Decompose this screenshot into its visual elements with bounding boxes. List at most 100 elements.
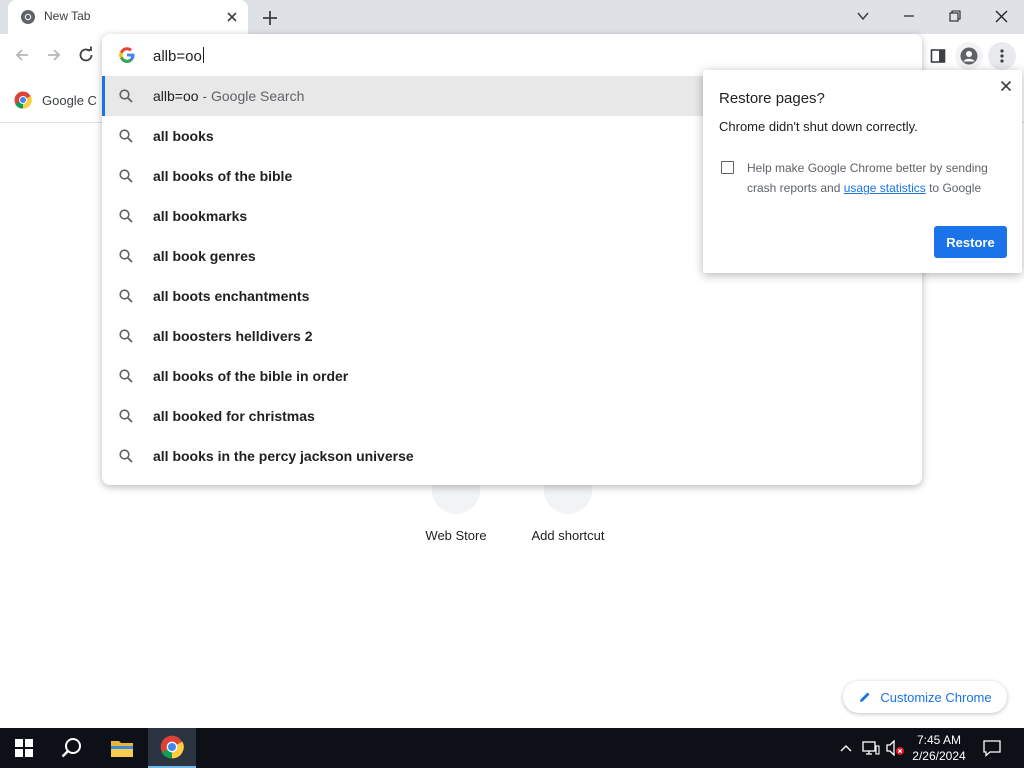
search-icon (119, 409, 133, 423)
minimize-button[interactable] (886, 0, 932, 32)
usage-statistics-link[interactable]: usage statistics (844, 181, 926, 195)
tab-new-tab[interactable]: New Tab (8, 0, 248, 34)
suggestion-query: all booked for christmas (153, 408, 315, 424)
suggestion-text: allb=oo - Google Search (153, 88, 304, 104)
volume-button[interactable] (884, 728, 906, 768)
taskbar-clock[interactable]: 7:45 AM 2/26/2024 (906, 732, 972, 764)
taskbar: 7:45 AM 2/26/2024 (0, 728, 1024, 768)
search-icon (119, 89, 133, 103)
new-tab-icon[interactable] (260, 8, 280, 28)
windows-logo-icon (15, 739, 33, 757)
tab-strip: New Tab (0, 0, 1024, 34)
network-icon (862, 741, 880, 755)
forward-arrow-icon (48, 49, 61, 61)
suggestion-text: all books (153, 128, 214, 144)
suggestion-text: all boosters helldivers 2 (153, 328, 313, 344)
dialog-message: Chrome didn't shut down correctly. (719, 119, 918, 134)
omnibox-input-text: allb=oo (153, 48, 202, 65)
reload-button[interactable] (73, 42, 99, 68)
suggestion-text: all bookmarks (153, 208, 247, 224)
shortcut-label: Add shortcut (531, 528, 605, 543)
google-g-icon (119, 47, 135, 63)
file-explorer-button[interactable] (98, 728, 146, 768)
suggestion-text: all books of the bible in order (153, 368, 348, 384)
close-icon[interactable] (998, 78, 1014, 94)
search-icon (119, 129, 133, 143)
chevron-down-icon (857, 12, 869, 21)
search-icon (119, 209, 133, 223)
suggestion-suffix: - Google Search (198, 88, 305, 104)
restore-window-icon (949, 10, 961, 22)
back-button[interactable] (9, 42, 35, 68)
suggestion-query: all books (153, 128, 214, 144)
back-arrow-icon (15, 49, 28, 61)
chrome-logo-icon (160, 735, 184, 759)
chrome-taskbar-button[interactable] (148, 728, 196, 768)
tab-search-button[interactable] (840, 0, 886, 32)
search-icon (119, 449, 133, 463)
search-icon (61, 738, 81, 758)
bookmark-label: Google C (42, 92, 97, 108)
suggestion-text: all boots enchantments (153, 288, 309, 304)
search-icon (119, 249, 133, 263)
suggestion-text: all booked for christmas (153, 408, 315, 424)
suggestion-item[interactable]: all books in the percy jackson universe (102, 436, 922, 476)
suggestion-query: all books in the percy jackson universe (153, 448, 414, 464)
search-icon (119, 369, 133, 383)
side-panel-button[interactable] (924, 42, 952, 70)
checkbox-text-after: to Google (925, 181, 982, 195)
checkbox-label: Help make Google Chrome better by sendin… (747, 158, 1007, 198)
suggestion-query: all bookmarks (153, 208, 248, 224)
suggestion-query: all books of the bible in order (153, 368, 349, 384)
customize-label: Customize Chrome (880, 689, 992, 705)
forward-button[interactable] (41, 42, 67, 68)
restore-pages-dialog: Restore pages? Chrome didn't shut down c… (703, 70, 1022, 273)
network-button[interactable] (860, 728, 882, 768)
notification-icon (983, 740, 1001, 757)
omnibox-input[interactable]: allb=oo (153, 47, 204, 65)
chevron-up-icon (840, 745, 852, 752)
volume-muted-icon (886, 740, 904, 756)
side-panel-icon (930, 49, 946, 63)
suggestion-item[interactable]: all boots enchantments (102, 276, 922, 316)
chrome-icon (21, 10, 35, 24)
profile-button[interactable] (955, 42, 983, 70)
text-caret (202, 47, 204, 63)
folder-icon (111, 741, 133, 757)
profile-icon (960, 47, 978, 65)
close-window-button[interactable] (978, 0, 1024, 32)
close-tab-icon[interactable] (224, 9, 240, 25)
suggestion-query: all book genres (153, 248, 256, 264)
crash-report-checkbox[interactable] (721, 161, 734, 174)
suggestion-item[interactable]: all boosters helldivers 2 (102, 316, 922, 356)
minimize-icon (904, 15, 914, 17)
search-button[interactable] (48, 728, 96, 768)
suggestion-text: all book genres (153, 248, 256, 264)
restore-window-button[interactable] (932, 0, 978, 32)
search-icon (119, 169, 133, 183)
customize-chrome-button[interactable]: Customize Chrome (843, 681, 1007, 713)
suggestion-item[interactable]: all booked for christmas (102, 396, 922, 436)
bookmark-google[interactable]: Google C (14, 90, 97, 110)
shortcut-label: Web Store (425, 528, 487, 543)
search-icon (119, 329, 133, 343)
tab-title: New Tab (44, 9, 91, 23)
menu-button[interactable] (988, 42, 1016, 70)
pencil-icon (860, 692, 870, 702)
suggestion-item[interactable]: all books of the bible in order (102, 356, 922, 396)
more-vert-icon (1000, 49, 1004, 63)
action-center-button[interactable] (980, 728, 1004, 768)
close-icon (995, 10, 1007, 22)
suggestion-text: all books of the bible (153, 168, 292, 184)
suggestion-query: all boots enchantments (153, 288, 310, 304)
suggestion-query: allb=oo (153, 88, 199, 104)
show-hidden-icons-button[interactable] (836, 728, 856, 768)
chrome-logo-icon (14, 91, 32, 109)
reload-icon (79, 46, 93, 62)
start-button[interactable] (0, 728, 48, 768)
clock-date: 2/26/2024 (912, 749, 966, 763)
suggestion-text: all books in the percy jackson universe (153, 448, 414, 464)
search-icon (119, 289, 133, 303)
restore-button[interactable]: Restore (934, 226, 1007, 258)
dialog-title: Restore pages? (719, 90, 825, 107)
